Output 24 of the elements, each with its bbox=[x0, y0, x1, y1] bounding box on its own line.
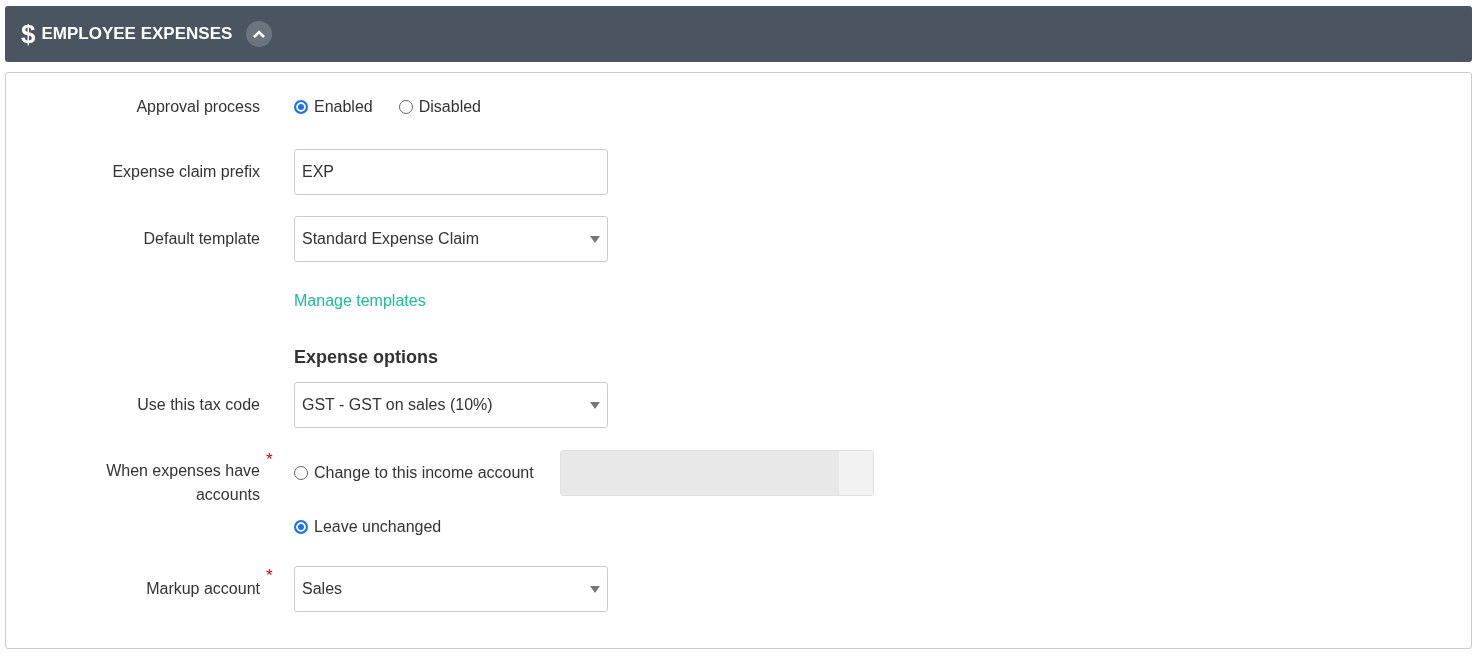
radio-option[interactable]: Change to this income account bbox=[294, 464, 534, 482]
select-dropdown[interactable]: Sales bbox=[294, 566, 608, 612]
caret-icon bbox=[590, 585, 600, 593]
caret-icon bbox=[590, 401, 600, 409]
field-label: When expenses have accounts bbox=[105, 461, 260, 505]
select-dropdown[interactable]: Standard Expense Claim bbox=[294, 216, 608, 262]
field-label: Markup account bbox=[146, 579, 260, 599]
required-mark: * bbox=[265, 566, 274, 586]
section-heading: Expense options bbox=[294, 347, 440, 368]
collapse-button[interactable] bbox=[246, 21, 273, 47]
select-dropdown[interactable]: GST - GST on sales (10%) bbox=[294, 382, 608, 428]
dollar-symbol: $ bbox=[21, 18, 36, 50]
chevron-icon bbox=[253, 30, 266, 38]
field-label: Default template bbox=[143, 229, 260, 249]
required-mark: * bbox=[265, 450, 274, 470]
prefix-input[interactable]: EXP bbox=[294, 149, 608, 195]
field-label: Expense claim prefix bbox=[112, 162, 260, 182]
field-label: Approval process bbox=[136, 97, 260, 117]
caret-icon bbox=[590, 235, 600, 243]
radio-option[interactable]: Disabled bbox=[398, 98, 481, 116]
section-title: EMPLOYEE EXPENSES bbox=[41, 24, 233, 44]
field-label: Use this tax code bbox=[137, 395, 260, 415]
radio-option[interactable]: Enabled bbox=[294, 98, 373, 116]
radio-option[interactable]: Leave unchanged bbox=[294, 518, 442, 536]
